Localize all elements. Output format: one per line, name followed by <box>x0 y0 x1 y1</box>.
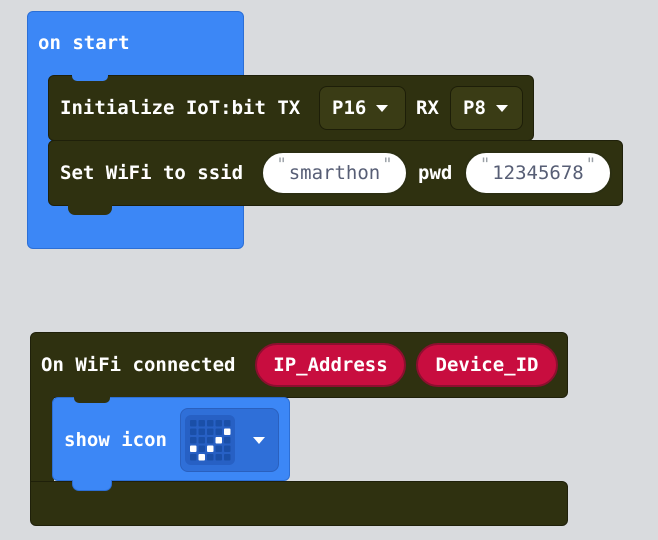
led-cell <box>224 445 231 452</box>
led-cell <box>198 445 205 452</box>
open-quote-icon: " <box>276 155 287 175</box>
icon-picker-dropdown[interactable] <box>180 408 279 472</box>
rx-pin-dropdown[interactable]: P8 <box>450 86 523 130</box>
led-cell <box>207 437 214 444</box>
led-cell <box>207 428 214 435</box>
led-cell <box>215 445 222 452</box>
open-quote-icon: " <box>479 155 491 175</box>
workspace-canvas[interactable]: on start Initialize IoT:bit TX P16 RX P8… <box>0 0 658 540</box>
pwd-field[interactable]: " 12345678 " <box>464 151 612 195</box>
led-cell <box>190 454 197 461</box>
close-quote-icon: " <box>585 155 596 175</box>
rx-pin-value: P8 <box>463 97 486 119</box>
tx-pin-dropdown[interactable]: P16 <box>319 86 406 130</box>
close-quote-icon: " <box>382 155 393 175</box>
led-cell <box>190 445 197 452</box>
chevron-down-icon <box>253 436 265 444</box>
led-cell <box>215 454 222 461</box>
show-icon-bottom-tab <box>72 480 112 491</box>
led-cell <box>207 445 214 452</box>
pwd-value: 12345678 <box>492 162 584 184</box>
led-cell <box>215 420 222 427</box>
led-cell <box>190 437 197 444</box>
on-start-label: on start <box>38 32 130 54</box>
show-icon-notch <box>74 397 110 403</box>
show-icon-label: show icon <box>64 429 167 451</box>
led-cell <box>215 428 222 435</box>
led-cell <box>190 420 197 427</box>
init-label: Initialize IoT:bit TX <box>60 97 301 119</box>
device-id-variable[interactable]: Device_ID <box>416 343 558 387</box>
led-cell <box>224 437 231 444</box>
led-cell <box>198 420 205 427</box>
tx-pin-value: P16 <box>332 97 367 119</box>
led-cell <box>190 428 197 435</box>
pwd-label: pwd <box>418 162 453 184</box>
ssid-field[interactable]: " smarthon " <box>261 151 408 195</box>
led-cell <box>224 428 231 435</box>
ssid-value: smarthon <box>288 162 381 184</box>
init-notch <box>72 75 108 81</box>
led-cell <box>224 454 231 461</box>
led-cell <box>224 420 231 427</box>
on-wifi-connected-arm <box>30 396 54 486</box>
led-cell <box>198 428 205 435</box>
led-cell <box>198 454 205 461</box>
check-mark-led-icon <box>185 415 235 465</box>
set-wifi-label: Set WiFi to ssid <box>60 162 244 184</box>
set-wifi-bottom-tab <box>68 205 112 215</box>
led-cell <box>207 420 214 427</box>
led-cell <box>215 437 222 444</box>
led-cell <box>207 454 214 461</box>
chevron-down-icon <box>495 104 508 112</box>
on-wifi-connected-label: On WiFi connected <box>41 354 236 376</box>
ip-address-variable[interactable]: IP_Address <box>255 343 406 387</box>
chevron-down-icon <box>376 104 389 112</box>
led-cell <box>198 437 205 444</box>
rx-label: RX <box>416 97 439 119</box>
